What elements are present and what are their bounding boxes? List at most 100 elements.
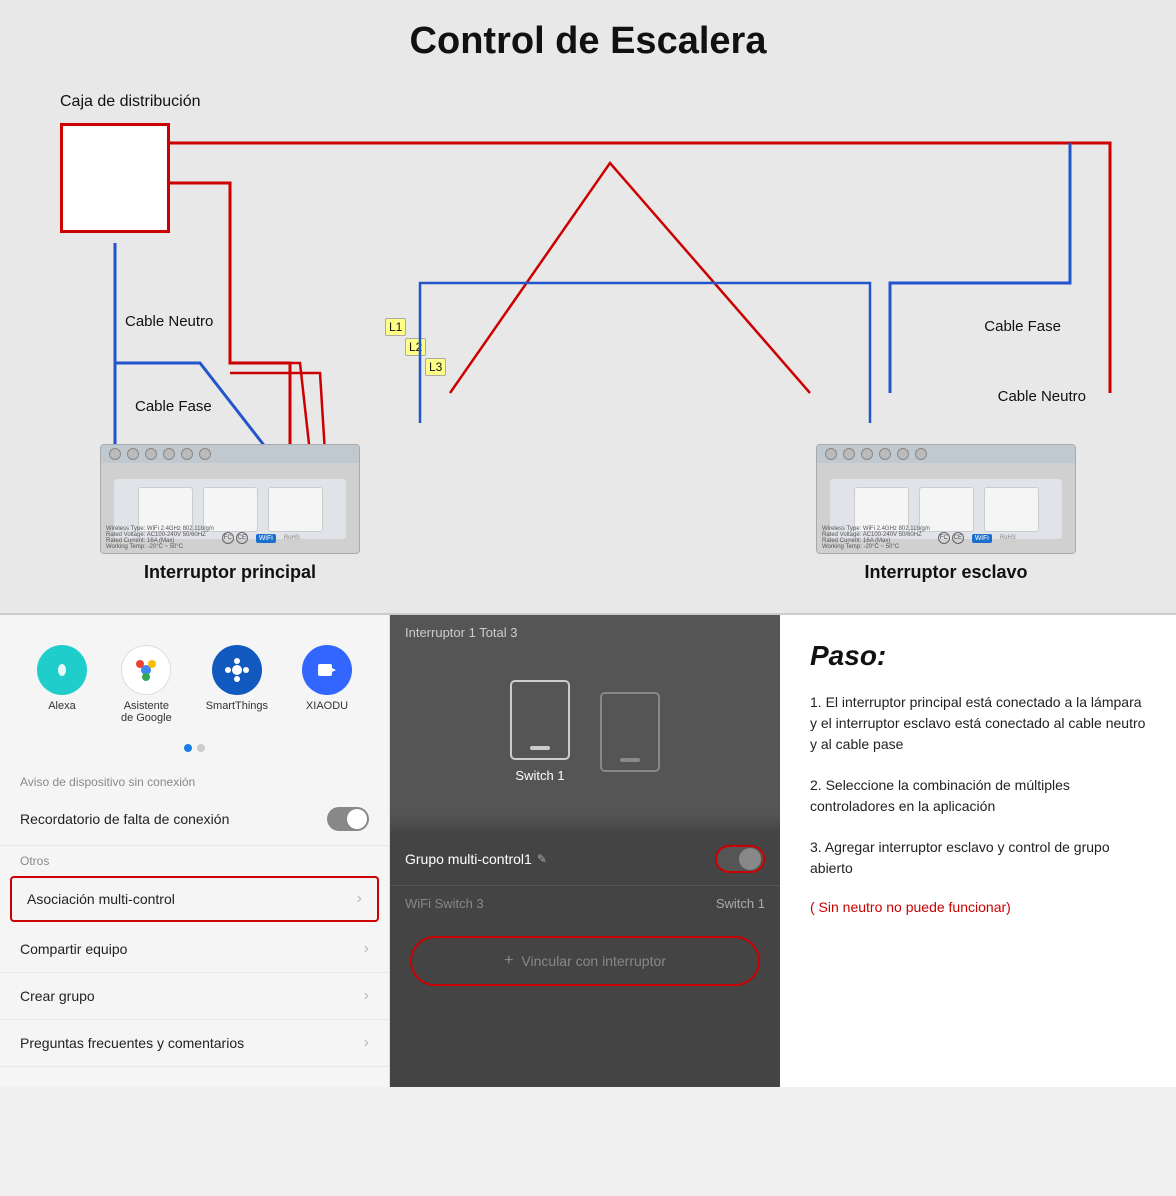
crear-chevron: › [364, 987, 369, 1005]
fcc-cert-right: FC [938, 532, 950, 544]
switch-ui-area: Switch 1 [390, 650, 780, 813]
recordatorio-label: Recordatorio de falta de conexión [20, 811, 229, 827]
switch-button [268, 487, 323, 532]
step-2: 2. Seleccione la combinación de múltiple… [810, 775, 1146, 817]
terminal-dot [897, 448, 909, 460]
ui-switch-1[interactable]: Switch 1 [510, 680, 570, 783]
wifi-switch-row: WiFi Switch 3 Switch 1 [390, 886, 780, 921]
ui-switch-bar-2 [620, 758, 640, 762]
terminal-dot [825, 448, 837, 460]
step-1: 1. El interruptor principal está conecta… [810, 692, 1146, 755]
dots-row [0, 744, 389, 752]
step-3: 3. Agregar interruptor esclavo y control… [810, 837, 1146, 879]
terminal-dot [163, 448, 175, 460]
right-panel: Paso: 1. El interruptor principal está c… [780, 615, 1176, 1087]
xiaodu-logo [314, 657, 340, 683]
switch-button [854, 487, 909, 532]
preguntas-chevron: › [364, 1034, 369, 1052]
terminal-dot [915, 448, 927, 460]
slave-switch-unit: Wireless Type: WiFi 2.4GHz 802.11b/g/nRa… [806, 444, 1086, 583]
rohs-label-right: RoHS [1000, 535, 1016, 541]
grupo-label-text: Grupo multi-control1 [405, 851, 532, 867]
dot-2 [197, 744, 205, 752]
grupo-toggle[interactable] [715, 845, 765, 873]
compartir-menu-item[interactable]: Compartir equipo › [0, 926, 389, 973]
switch-top-bar-left [101, 445, 359, 463]
app-icons-row: Alexa Asistentede Google [0, 635, 389, 744]
main-title: Control de Escalera [30, 20, 1146, 63]
google-label: Asistentede Google [121, 700, 172, 724]
asociacion-label: Asociación multi-control [27, 891, 175, 907]
terminal-dot [109, 448, 121, 460]
smartthings-label: SmartThings [206, 700, 268, 712]
switch-button [984, 487, 1039, 532]
certif-box: FC CE [222, 532, 248, 544]
warning-text: ( Sin neutro no puede funcionar) [810, 899, 1146, 915]
vincular-button[interactable]: + Vincular con interruptor [410, 936, 760, 986]
switch-button [138, 487, 193, 532]
edit-icon[interactable]: ✎ [537, 852, 547, 866]
asociacion-menu-item[interactable]: Asociación multi-control › [10, 876, 379, 922]
alexa-icon-circle [37, 645, 87, 695]
plus-icon: + [504, 952, 513, 970]
vincular-label: Vincular con interruptor [521, 953, 665, 969]
app-header: Interruptor 1 Total 3 [390, 615, 780, 650]
slave-switch-body: Wireless Type: WiFi 2.4GHz 802.11b/g/nRa… [816, 444, 1076, 554]
terminal-dot [879, 448, 891, 460]
xiaodu-icon-item: XIAODU [302, 645, 352, 724]
alexa-label: Alexa [48, 700, 76, 712]
rohs-label: RoHS [284, 535, 300, 541]
alexa-icon-item: Alexa [37, 645, 87, 724]
switch-button [919, 487, 974, 532]
left-panel: Alexa Asistentede Google [0, 615, 390, 1087]
otros-section: Otros [0, 846, 389, 872]
crear-menu-item[interactable]: Crear grupo › [0, 973, 389, 1020]
xiaodu-icon-circle [302, 645, 352, 695]
certif-box-right: FC CE [938, 532, 964, 544]
preguntas-menu-item[interactable]: Preguntas frecuentes y comentarios › [0, 1020, 389, 1067]
crear-label: Crear grupo [20, 988, 95, 1004]
switch1-right-label: Switch 1 [716, 896, 765, 911]
compartir-label: Compartir equipo [20, 941, 127, 957]
aviso-section: Aviso de dispositivo sin conexión [0, 767, 389, 793]
compartir-chevron: › [364, 940, 369, 958]
google-logo [133, 657, 159, 683]
dot-1 [184, 744, 192, 752]
diagram-section: Control de Escalera Caja de distribución… [0, 0, 1176, 615]
preguntas-label: Preguntas frecuentes y comentarios [20, 1035, 244, 1051]
middle-panel: Interruptor 1 Total 3 Switch 1 Grupo mul… [390, 615, 780, 1087]
wifi-switch-label: WiFi Switch 3 [405, 896, 484, 911]
gradient-divider [390, 813, 780, 833]
ce-cert: CE [236, 532, 248, 544]
terminal-dot [181, 448, 193, 460]
main-switch-body: Wireless Type: WiFi 2.4GHz 802.11b/g/nRa… [100, 444, 360, 554]
recordatorio-toggle[interactable] [327, 807, 369, 831]
switch-info-right: Wireless Type: WiFi 2.4GHz 802.11b/g/nRa… [822, 526, 1070, 550]
switch1-ui-label: Switch 1 [515, 768, 564, 783]
google-icon-circle [121, 645, 171, 695]
asociacion-chevron: › [357, 890, 362, 908]
grupo-row: Grupo multi-control1 ✎ [390, 833, 780, 886]
terminal-dot [199, 448, 211, 460]
slave-switch-label: Interruptor esclavo [864, 562, 1027, 583]
grupo-label: Grupo multi-control1 ✎ [405, 851, 547, 867]
wifi-label-right: WiFi [972, 534, 992, 543]
recordatorio-menu-item[interactable]: Recordatorio de falta de conexión [0, 793, 389, 846]
terminal-dot [861, 448, 873, 460]
wifi-label: WiFi [256, 534, 276, 543]
smartthings-icon-item: SmartThings [206, 645, 268, 724]
terminal-dot [127, 448, 139, 460]
wiring-diagram: Caja de distribución Cable Neutro Cable … [30, 83, 1146, 583]
smartthings-icon-circle [212, 645, 262, 695]
ui-switch-2[interactable] [600, 692, 660, 772]
main-switch-unit: Wireless Type: WiFi 2.4GHz 802.11b/g/nRa… [90, 444, 370, 583]
terminal-dot [843, 448, 855, 460]
ui-switch-icon-1 [510, 680, 570, 760]
bottom-section: Alexa Asistentede Google [0, 615, 1176, 1087]
terminal-dot [145, 448, 157, 460]
switch-button [203, 487, 258, 532]
switch-info-left: Wireless Type: WiFi 2.4GHz 802.11b/g/nRa… [106, 526, 354, 550]
alexa-logo [48, 656, 76, 684]
main-switch-label: Interruptor principal [144, 562, 316, 583]
smartthings-logo [224, 657, 250, 683]
